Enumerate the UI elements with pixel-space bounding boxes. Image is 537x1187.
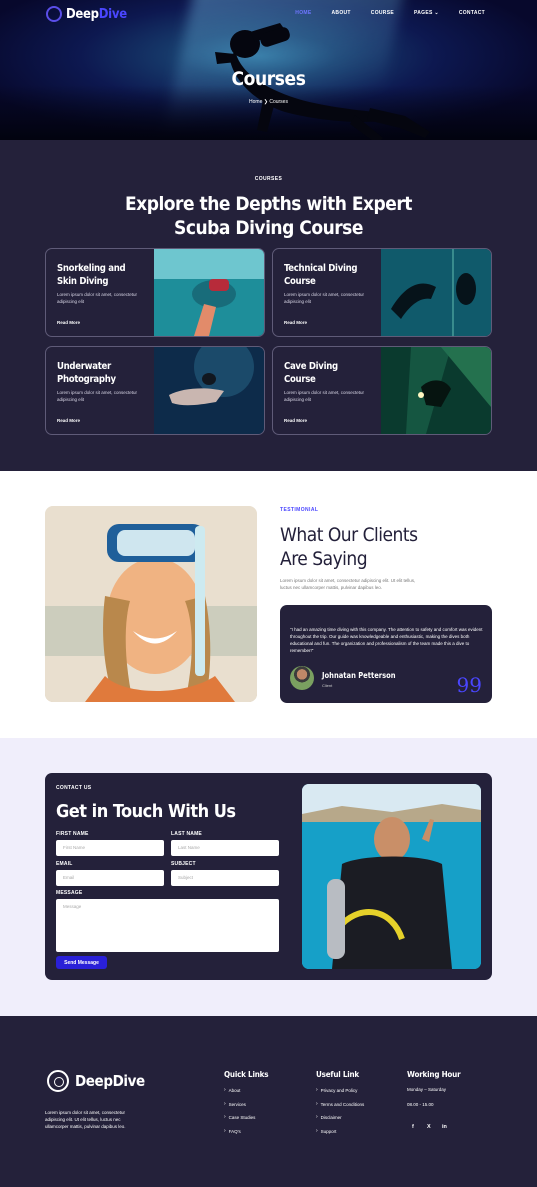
- last-name-field[interactable]: Last Name: [171, 840, 279, 856]
- footer-about: Lorem ipsum dolor sit amet, consectetur …: [45, 1110, 126, 1129]
- read-more-link[interactable]: Read More: [57, 418, 80, 423]
- cave-diving-photo: [381, 347, 491, 434]
- course-title: Snorkeling and Skin Diving: [57, 263, 126, 287]
- footer-link-terms[interactable]: › Terms and Conditions: [316, 1101, 364, 1108]
- quick-links-title: Quick Links: [224, 1070, 269, 1079]
- contact-eyebrow: CONTACT US: [56, 785, 92, 791]
- brand-name: DeepDive: [66, 6, 127, 22]
- linkedin-icon[interactable]: in: [442, 1124, 447, 1130]
- underwater-photo: [154, 347, 264, 434]
- subject-label: SUBJECT: [171, 861, 196, 867]
- courses-section: COURSES Explore the Depths with Expert S…: [0, 140, 537, 471]
- message-field[interactable]: Message: [56, 899, 279, 952]
- course-desc: Lorem ipsum dolor sit amet, consectetur …: [57, 390, 138, 402]
- working-hour-title: Working Hour: [407, 1070, 461, 1079]
- footer-link-privacy[interactable]: › Privacy and Policy: [316, 1087, 357, 1094]
- chevron-right-icon: ›: [316, 1128, 318, 1134]
- quote-icon: 99: [456, 673, 482, 697]
- contact-diver-photo: [302, 784, 481, 969]
- course-title: Technical Diving Course: [284, 263, 358, 287]
- testimonial-quote: "I had an amazing time diving with this …: [290, 627, 483, 653]
- read-more-link[interactable]: Read More: [284, 320, 307, 325]
- footer-link-about[interactable]: › About: [224, 1087, 240, 1094]
- send-message-button[interactable]: Send Message: [56, 956, 107, 969]
- breadcrumb: Home ❯ Courses: [0, 99, 537, 105]
- testimonial-section: TESTIMONIAL What Our Clients Are Saying …: [0, 471, 537, 738]
- course-desc: Lorem ipsum dolor sit amet, consectetur …: [284, 390, 365, 402]
- footer-logo[interactable]: DeepDive: [47, 1070, 145, 1092]
- chevron-right-icon: ›: [316, 1101, 318, 1107]
- client-role: Client: [322, 683, 333, 688]
- site-footer: DeepDive Lorem ipsum dolor sit amet, con…: [0, 1016, 537, 1187]
- course-title: Cave Diving Course: [284, 361, 338, 385]
- top-nav: DeepDive HOME ABOUT COURSE PAGES ⌄ CONTA…: [0, 0, 537, 28]
- read-more-link[interactable]: Read More: [57, 320, 80, 325]
- brand-logo[interactable]: DeepDive: [46, 6, 127, 22]
- nav-pages[interactable]: PAGES ⌄: [414, 10, 439, 16]
- footer-link-faqs[interactable]: › FAQ's: [224, 1128, 241, 1135]
- course-card[interactable]: Technical Diving Course Lorem ipsum dolo…: [272, 248, 492, 337]
- last-name-label: LAST NAME: [171, 831, 202, 837]
- page-title: Courses: [231, 68, 306, 90]
- footer-link-case-studies[interactable]: › Case Studies: [224, 1114, 255, 1121]
- chevron-right-icon: ❯: [263, 99, 268, 105]
- x-twitter-icon[interactable]: X: [427, 1124, 431, 1130]
- snorkeling-photo: [154, 249, 264, 336]
- nav-about[interactable]: ABOUT: [332, 10, 351, 16]
- chevron-right-icon: ›: [224, 1114, 226, 1120]
- chevron-right-icon: ›: [224, 1101, 226, 1107]
- read-more-link[interactable]: Read More: [284, 418, 307, 423]
- facebook-icon[interactable]: f: [412, 1124, 414, 1130]
- testimonial-eyebrow: TESTIMONIAL: [280, 507, 319, 513]
- breadcrumb-home[interactable]: Home: [249, 99, 262, 105]
- course-card[interactable]: Snorkeling and Skin Diving Lorem ipsum d…: [45, 248, 265, 337]
- diving-helmet-icon: [46, 6, 62, 22]
- email-field[interactable]: Email: [56, 870, 164, 886]
- footer-link-services[interactable]: › Services: [224, 1101, 246, 1108]
- footer-link-support[interactable]: › Support: [316, 1128, 336, 1135]
- course-desc: Lorem ipsum dolor sit amet, consectetur …: [284, 292, 365, 304]
- working-days: Monday – Saturday: [407, 1087, 447, 1092]
- course-card[interactable]: Cave Diving Course Lorem ipsum dolor sit…: [272, 346, 492, 435]
- courses-heading: Explore the Depths with Expert Scuba Div…: [125, 193, 412, 239]
- hero-banner: DeepDive HOME ABOUT COURSE PAGES ⌄ CONTA…: [0, 0, 537, 140]
- course-title: Underwater Photography: [57, 361, 116, 385]
- contact-heading: Get in Touch With Us: [56, 801, 236, 822]
- diving-helmet-icon: [47, 1070, 69, 1092]
- course-card[interactable]: Underwater Photography Lorem ipsum dolor…: [45, 346, 265, 435]
- courses-eyebrow: COURSES: [254, 176, 283, 182]
- testimonial-card: "I had an amazing time diving with this …: [280, 605, 492, 703]
- nav-home[interactable]: HOME: [295, 10, 311, 16]
- testimonial-heading: What Our Clients Are Saying: [280, 524, 418, 570]
- message-label: MESSAGE: [56, 890, 83, 896]
- working-time: 08.00 - 15.00: [407, 1102, 434, 1107]
- first-name-label: FIRST NAME: [56, 831, 89, 837]
- subject-field[interactable]: Subject: [171, 870, 279, 886]
- nav-course[interactable]: COURSE: [371, 10, 394, 16]
- avatar: [290, 666, 314, 690]
- client-name: Johnatan Petterson: [322, 671, 396, 680]
- testimonial-description: Lorem ipsum dolor sit amet, consectetur …: [280, 578, 416, 590]
- chevron-right-icon: ›: [316, 1114, 318, 1120]
- footer-brand: DeepDive: [75, 1072, 145, 1090]
- chevron-right-icon: ›: [224, 1087, 226, 1093]
- email-label: EMAIL: [56, 861, 73, 867]
- main-menu: HOME ABOUT COURSE PAGES ⌄ CONTACT: [295, 10, 485, 16]
- nav-contact[interactable]: CONTACT: [459, 10, 485, 16]
- useful-links-title: Useful Link: [316, 1070, 359, 1079]
- footer-link-disclaimer[interactable]: › Disclaimer: [316, 1114, 342, 1121]
- client-photo: [45, 506, 257, 702]
- contact-section: CONTACT US Get in Touch With Us FIRST NA…: [0, 738, 537, 1016]
- technical-diving-photo: [381, 249, 491, 336]
- first-name-field[interactable]: First Name: [56, 840, 164, 856]
- chevron-right-icon: ›: [316, 1087, 318, 1093]
- course-desc: Lorem ipsum dolor sit amet, consectetur …: [57, 292, 138, 304]
- chevron-right-icon: ›: [224, 1128, 226, 1134]
- contact-card: CONTACT US Get in Touch With Us FIRST NA…: [45, 773, 492, 980]
- chevron-down-icon: ⌄: [434, 10, 439, 16]
- breadcrumb-current: Courses: [269, 99, 288, 105]
